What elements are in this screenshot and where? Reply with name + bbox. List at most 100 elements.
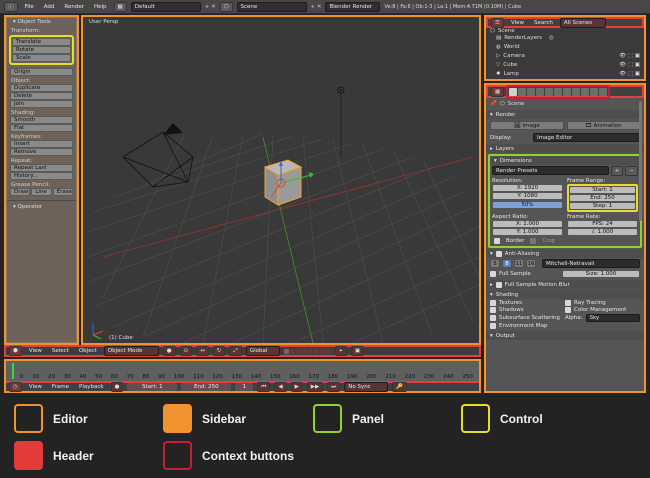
- origin-button[interactable]: Origin: [10, 68, 73, 76]
- start-frame-field[interactable]: Start: 1: [127, 383, 178, 391]
- jump-start-icon[interactable]: ⏮: [257, 382, 271, 392]
- sss-checkbox[interactable]: [490, 315, 496, 321]
- menu-add[interactable]: Add: [41, 4, 58, 10]
- full-sample-checkbox[interactable]: [490, 271, 496, 277]
- outliner-item-renderlayers[interactable]: ▤ RenderLayers ◎: [486, 33, 644, 42]
- physics-context-icon[interactable]: [599, 87, 608, 96]
- join-button[interactable]: Join: [10, 100, 73, 108]
- line-button[interactable]: Line: [31, 188, 52, 196]
- menu-frame[interactable]: Frame: [49, 384, 72, 390]
- rotate-button[interactable]: Rotate: [12, 46, 71, 54]
- crop-checkbox[interactable]: [530, 238, 537, 244]
- orientation-dropdown[interactable]: Global: [245, 346, 280, 356]
- frame-step-field[interactable]: Step: 1: [569, 202, 636, 210]
- textures-checkbox[interactable]: [490, 300, 496, 306]
- render-panel-header[interactable]: ▾ Render: [486, 110, 644, 119]
- modifiers-context-icon[interactable]: [554, 87, 563, 96]
- flat-button[interactable]: Flat: [10, 124, 73, 132]
- scene-context-icon[interactable]: [518, 87, 527, 96]
- scale-button[interactable]: Scale: [12, 54, 71, 62]
- texture-context-icon[interactable]: [581, 87, 590, 96]
- insert-keyframe-button[interactable]: Insert: [10, 140, 73, 148]
- scene-icon[interactable]: ⬡: [219, 1, 233, 12]
- render-animation-button[interactable]: 🎞 Animation: [566, 121, 640, 130]
- pin-icon[interactable]: 📌: [490, 101, 497, 107]
- draw-button[interactable]: Draw: [10, 188, 31, 196]
- editor-type-button[interactable]: ⓘ: [4, 1, 18, 12]
- output-panel-header[interactable]: ▾ Output: [486, 331, 644, 340]
- menu-object[interactable]: Object: [76, 348, 100, 354]
- 3d-viewport-editor[interactable]: User Persp (1) Cube: [81, 15, 481, 345]
- outliner-item-camera[interactable]: ▷ Camera 👁 ⬚ ▣: [486, 51, 644, 60]
- smooth-button[interactable]: Smooth: [10, 116, 73, 124]
- menu-view[interactable]: View: [26, 384, 45, 390]
- menu-select[interactable]: Select: [49, 348, 72, 354]
- rotate-manip-icon[interactable]: ↻: [212, 346, 226, 356]
- material-context-icon[interactable]: [572, 87, 581, 96]
- shading-panel-header[interactable]: ▾ Shading: [486, 290, 644, 299]
- menu-view[interactable]: View: [508, 20, 527, 26]
- delete-button[interactable]: Delete: [10, 92, 73, 100]
- aspect-y-field[interactable]: Y: 1.000: [492, 228, 563, 236]
- color-management-checkbox[interactable]: [565, 307, 571, 313]
- menu-playback[interactable]: Playback: [76, 384, 107, 390]
- ray-tracing-checkbox[interactable]: [565, 300, 571, 306]
- render-image-button[interactable]: 🖼 Image: [490, 121, 564, 130]
- motion-blur-panel-header[interactable]: ▸ Full Sample Motion Blur: [486, 280, 644, 289]
- render-context-icon[interactable]: [509, 87, 518, 96]
- current-frame-field[interactable]: 1: [235, 383, 254, 391]
- timeline-editor[interactable]: 0 10 20 30 40 50 60 70 80 90 100 110 120 130 140 150 160…: [4, 359, 481, 393]
- prev-key-icon[interactable]: ◀: [274, 382, 287, 392]
- display-filter-dropdown[interactable]: All Scenes: [559, 17, 606, 28]
- add-preset-icon[interactable]: +: [610, 166, 624, 176]
- aa-samples-5[interactable]: 5: [490, 259, 500, 268]
- display-dropdown[interactable]: Image Editor: [533, 133, 640, 142]
- shadows-checkbox[interactable]: [490, 307, 496, 313]
- play-icon[interactable]: ▶: [290, 382, 303, 392]
- layout-icon[interactable]: ▦: [113, 1, 127, 12]
- editor-type-button[interactable]: ◷: [9, 382, 22, 392]
- end-frame-field[interactable]: End: 250: [181, 383, 232, 391]
- menu-render[interactable]: Render: [61, 4, 87, 10]
- operator-panel-header[interactable]: ▾ Operator: [7, 203, 76, 211]
- record-icon[interactable]: ●: [110, 382, 124, 392]
- remove-keyframe-button[interactable]: Remove: [10, 148, 73, 156]
- outliner-item-world[interactable]: ◍ World: [486, 42, 644, 51]
- visibility-icons[interactable]: 👁 ⬚ ▣: [619, 53, 640, 59]
- sync-dropdown[interactable]: No Sync: [344, 382, 389, 392]
- outliner-item-lamp[interactable]: ✹ Lamp 👁 ⬚ ▣: [486, 69, 644, 78]
- next-key-icon[interactable]: ▶▶: [306, 382, 324, 392]
- layer-buttons[interactable]: [283, 348, 331, 354]
- mode-dropdown[interactable]: Object Mode: [103, 346, 159, 356]
- aa-samples-16[interactable]: 16: [526, 259, 536, 268]
- layers-panel-header[interactable]: ▸ Layers: [486, 144, 644, 153]
- anti-aliasing-panel-header[interactable]: ▾ Anti-Aliasing: [486, 249, 644, 258]
- menu-help[interactable]: Help: [91, 4, 110, 10]
- particles-context-icon[interactable]: [590, 87, 599, 96]
- aa-samples-8[interactable]: 8: [502, 259, 512, 268]
- render-preview-icon[interactable]: ▣: [350, 346, 365, 356]
- manipulator-icon[interactable]: ↔: [196, 346, 209, 356]
- editor-type-button[interactable]: ☰: [491, 17, 504, 28]
- aspect-x-field[interactable]: X: 1.000: [492, 220, 563, 228]
- add-scene-icon[interactable]: + ✕: [311, 4, 322, 10]
- repeat-last-button[interactable]: Repeat Last: [10, 164, 73, 172]
- editor-type-button[interactable]: ▦: [491, 86, 505, 97]
- fps-base-field[interactable]: /: 1.000: [567, 228, 638, 236]
- add-layout-icon[interactable]: + ✕: [205, 4, 216, 10]
- outliner-item-cube[interactable]: ▽ Cube 👁 ⬚ ▣: [486, 60, 644, 69]
- resolution-percent-slider[interactable]: 50%: [492, 201, 563, 209]
- editor-type-button[interactable]: ⬢: [9, 346, 22, 356]
- object-context-icon[interactable]: [536, 87, 545, 96]
- visibility-icons[interactable]: 👁 ⬚ ▣: [619, 62, 640, 68]
- shading-icon[interactable]: ●: [162, 346, 176, 356]
- fps-field[interactable]: FPS: 24: [567, 220, 638, 228]
- translate-button[interactable]: Translate: [12, 38, 71, 46]
- resolution-x-field[interactable]: X: 1920: [492, 184, 563, 192]
- history-button[interactable]: History...: [10, 172, 73, 180]
- jump-end-icon[interactable]: ⏭: [327, 382, 341, 392]
- object-tools-header[interactable]: ▾ Object Tools: [7, 18, 76, 26]
- render-engine-dropdown[interactable]: Blender Render: [325, 1, 381, 12]
- constraints-context-icon[interactable]: [545, 87, 554, 96]
- data-context-icon[interactable]: [563, 87, 572, 96]
